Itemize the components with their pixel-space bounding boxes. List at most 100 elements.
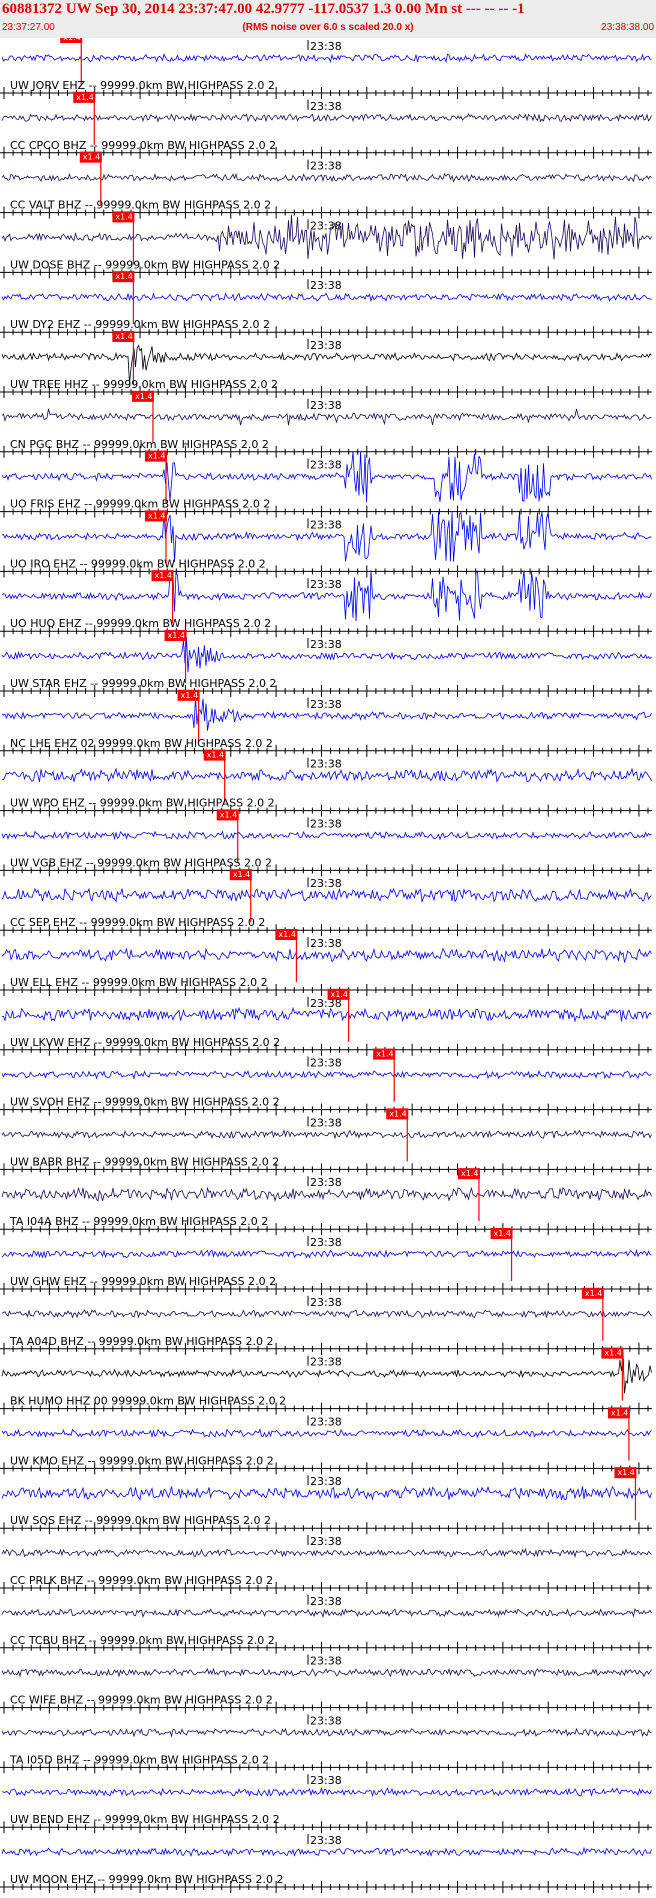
station-label: TA I04A BHZ -- 99999.0km BW HIGHPASS 2.0… <box>9 1215 268 1228</box>
trace-row: 23:38x1.4UW LKVW EHZ -- 99999.0km BW HIG… <box>0 988 652 1056</box>
trace-row: 23:38 CC WIFE BHZ -- 99999.0km BW HIGHPAS… <box>0 1654 652 1714</box>
minute-label: 23:38 <box>310 578 342 591</box>
waveform-trace <box>1 947 652 964</box>
trace-row: 23:38 x1.4 UW ELL EHZ -- 99999.0km BW HIGH… <box>0 929 652 996</box>
pick-label: x1.4 <box>220 810 237 819</box>
waveform-trace <box>1 1069 652 1080</box>
waveform-trace <box>1 1485 652 1501</box>
station-label: UW SVOH EHZ -- 99999.0km BW HIGHPASS 2.0… <box>10 1096 280 1109</box>
waveform-trace <box>1 1129 652 1140</box>
station-label: UW ELL EHZ -- 99999.0km BW HIGHPASS 2.0 … <box>10 976 268 989</box>
station-label: CC CPCO BHZ -- 99999.0km BW HIGHPASS 2.0… <box>10 139 276 152</box>
waveform-trace <box>1 1006 652 1023</box>
trace-row: 23:38x1.4UW STAR EHZ -- 99999.0km BW HIG… <box>0 630 652 697</box>
pick-label: x1.4 <box>63 38 80 42</box>
minute-label: 23:38 <box>310 339 342 352</box>
trace-row: 23:38 UW MOON EHZ -- 99999.0km BW HIGHPAS… <box>0 1834 652 1893</box>
pick-label: x1.4 <box>181 691 198 700</box>
minute-label: 23:38 <box>310 1595 342 1608</box>
trace-row: 23:38x1.4CC CPCO BHZ -- 99999.0km BW HIG… <box>0 91 652 159</box>
minute-label: 23:38 <box>310 518 342 531</box>
pick-label: x1.4 <box>115 332 132 341</box>
waveform-trace <box>1 1248 652 1259</box>
minute-label: 23:38 <box>310 1057 342 1070</box>
trace-row: 23:38 x1.4 TA I04A BHZ -- 99999.0km BW HIG… <box>0 1168 652 1236</box>
trace-row: 23:38 x1.4UW DY2 EHZ -- 99999.0km BW HIGH… <box>0 271 652 339</box>
station-label: UW VGB EHZ -- 99999.0km BW HIGHPASS 2.0 … <box>10 856 272 869</box>
minute-label: 23:38 <box>310 1834 342 1847</box>
trace-row: 23:38x1.4UW JORV EHZ -- 99999.0km BW HIG… <box>0 38 652 99</box>
pick-label: x1.4 <box>331 990 348 999</box>
plot-header: 60881372 UW Sep 30, 2014 23:37:47.00 42.… <box>0 0 656 38</box>
minute-label: 23:38 <box>310 1236 342 1249</box>
pick-label: x1.4 <box>148 511 165 520</box>
station-label: UW TREE HHZ -- 99999.0km BW HIGHPASS 2.0… <box>10 378 278 391</box>
minute-label: 23:38 <box>310 219 342 232</box>
trace-row: 23:38 x1.4 UW SQS EHZ -- 99999.0km BW HIGH… <box>0 1467 652 1535</box>
trace-row: 23:38x1.4CC VALT BHZ -- 99999.0km BW HIG… <box>0 151 652 219</box>
trace-row: 23:38 CC PRLK BHZ -- 99999.0km BW HIGHPAS… <box>0 1535 652 1594</box>
waveform-trace <box>1 1667 652 1678</box>
pick-label: x1.4 <box>76 93 93 102</box>
station-label: TA A04D BHZ -- 99999.0km BW HIGHPASS 2.0… <box>9 1335 273 1348</box>
minute-label: 23:38 <box>310 399 342 412</box>
minute-label: 23:38 <box>310 1774 342 1787</box>
trace-row: 23:38x1.4UW WPO EHZ -- 99999.0km BW HIGH… <box>0 749 652 817</box>
trace-row: 23:38 x1.4 UW DOSE BHZ -- 99999.0km BW HIG… <box>0 211 652 279</box>
station-label: UW DY2 EHZ -- 99999.0km BW HIGHPASS 2.0 … <box>10 318 270 331</box>
station-label: CC VALT BHZ -- 99999.0km BW HIGHPASS 2.0… <box>10 199 271 212</box>
station-label: CC PRLK BHZ -- 99999.0km BW HIGHPASS 2.0… <box>10 1574 273 1587</box>
pick-label: x1.4 <box>115 212 132 221</box>
waveform-trace <box>1 767 652 783</box>
pick-label: x1.4 <box>585 1289 602 1298</box>
seismogram-plot: 23:38x1.4UW JORV EHZ -- 99999.0km BW HIG… <box>0 38 652 1893</box>
trace-row: 23:38 x1.4 UW SVOH EHZ -- 99999.0km BW HIG… <box>0 1048 652 1116</box>
station-label: CC TCBU BHZ -- 99999.0km BW HIGHPASS 2.0… <box>10 1634 275 1647</box>
station-label: BK HUMO HHZ 00 99999.0km BW HIGHPASS 2.0… <box>10 1395 286 1408</box>
station-label: CC SEP EHZ -- 99999.0km BW HIGHPASS 2.0 … <box>10 916 265 929</box>
event-title: 60881372 UW Sep 30, 2014 23:37:47.00 42.… <box>2 1 525 17</box>
station-label: TA I05D BHZ -- 99999.0km BW HIGHPASS 2.0… <box>9 1753 269 1766</box>
minute-label: 23:38 <box>310 1475 342 1488</box>
station-label: UW BABR BHZ -- 99999.0km BW HIGHPASS 2.0… <box>10 1155 279 1168</box>
pick-label: x1.4 <box>83 153 100 162</box>
trace-row: 23:38x1.4UO HUQ EHZ -- 99999.0km BW HIGH… <box>0 570 652 638</box>
minute-label: 23:38 <box>310 817 342 830</box>
minute-label: 23:38 <box>310 459 342 472</box>
minute-label: 23:38 <box>310 877 342 890</box>
minute-label: 23:38 <box>310 1714 342 1727</box>
waveform-trace <box>1 172 652 183</box>
minute-label: 23:38 <box>310 1296 342 1309</box>
station-label: UW MOON EHZ -- 99999.0km BW HIGHPASS 2.0… <box>10 1873 283 1886</box>
minute-label: 23:38 <box>310 1415 342 1428</box>
station-label: CC WIFE BHZ -- 99999.0km BW HIGHPASS 2.0… <box>10 1694 273 1707</box>
minute-label: 23:38 <box>310 1176 342 1189</box>
minute-label: 23:38 <box>310 279 342 292</box>
trace-row: 23:38 CC TCBU BHZ -- 99999.0km BW HIGHPAS… <box>0 1594 652 1654</box>
trace-row: 23:38 TA I05D BHZ -- 99999.0km BW HIGHPAS… <box>0 1714 652 1774</box>
waveform-trace <box>1 292 652 303</box>
station-label: UW DOSE BHZ -- 99999.0km BW HIGHPASS 2.0… <box>10 258 280 271</box>
pick-label: x1.4 <box>278 930 295 939</box>
pick-label: x1.4 <box>389 1109 406 1118</box>
station-label: UW WPO EHZ -- 99999.0km BW HIGHPASS 2.0 … <box>10 797 275 810</box>
end-time: 23:38:38.00 <box>601 22 654 33</box>
trace-row: 23:38x1.4NC LHE EHZ 02 99999.0km BW HIGH… <box>0 689 652 757</box>
pick-label: x1.4 <box>461 1169 478 1178</box>
minute-label: 23:38 <box>310 937 342 950</box>
waveform-trace <box>1 1786 652 1798</box>
pick-label: x1.4 <box>148 452 165 461</box>
trace-row: 23:38 x1.4 UW KMO EHZ -- 99999.0km BW HIGH… <box>0 1407 652 1475</box>
waveform-trace <box>1 1428 652 1439</box>
minute-label: 23:38 <box>310 160 342 173</box>
trace-row: 23:38 x1.4 UW BABR BHZ -- 99999.0km BW HIG… <box>0 1108 652 1176</box>
trace-row: 23:38x1.4UO IRO EHZ -- 99999.0km BW HIGH… <box>0 510 652 578</box>
trace-row: 23:38 x1.4 UW TREE HHZ -- 99999.0km BW HIG… <box>0 331 652 398</box>
station-label: UW JORV EHZ -- 99999.0km BW HIGHPASS 2.0… <box>10 79 275 92</box>
pick-label: x1.4 <box>611 1408 628 1417</box>
station-label: UW BEND EHZ -- 99999.0km BW HIGHPASS 2.0… <box>10 1813 280 1826</box>
waveform-trace <box>1 887 652 903</box>
pick-label: x1.4 <box>233 870 250 879</box>
station-label: UW KMO EHZ -- 99999.0km BW HIGHPASS 2.0 … <box>10 1454 274 1467</box>
trace-row: 23:38 x1.4 UW GHW EHZ -- 99999.0km BW HIGH… <box>0 1228 652 1295</box>
